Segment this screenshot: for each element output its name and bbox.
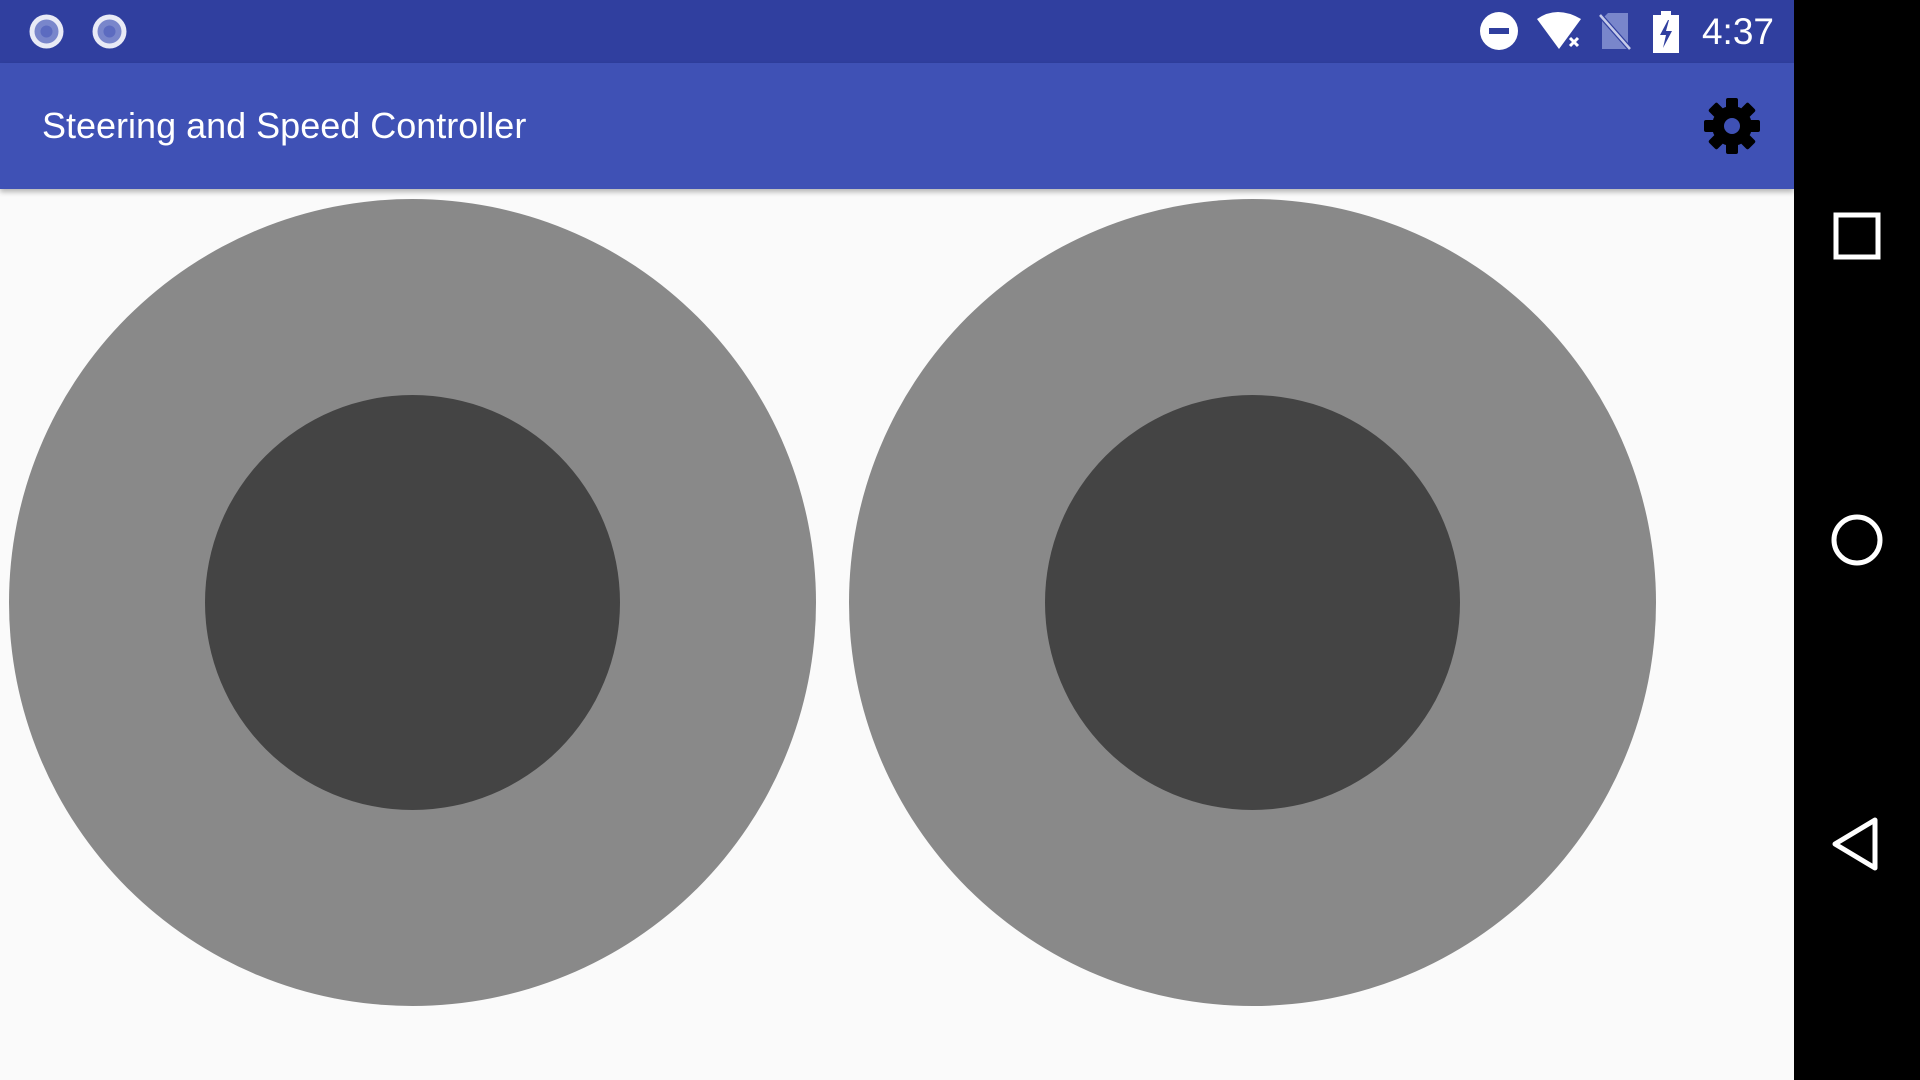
- recent-apps-icon: [1827, 212, 1887, 270]
- gear-icon: [1700, 98, 1764, 162]
- navigation-bar: [1794, 0, 1920, 1080]
- record-circle-icon: [91, 13, 128, 50]
- record-circle-icon: [28, 13, 65, 50]
- home-button[interactable]: [1827, 510, 1887, 570]
- app-screen: 4:37 Steering and Speed Controller: [0, 0, 1794, 1080]
- settings-button[interactable]: [1700, 94, 1764, 158]
- recent-apps-button[interactable]: [1827, 206, 1887, 266]
- battery-charging-icon: [1653, 11, 1679, 53]
- joystick-area: [0, 189, 1794, 1080]
- do-not-disturb-icon: [1479, 11, 1519, 51]
- app-title: Steering and Speed Controller: [42, 105, 527, 146]
- home-icon: [1827, 514, 1887, 574]
- steering-joystick[interactable]: [9, 199, 816, 1006]
- wifi-no-internet-icon: [1535, 11, 1583, 51]
- status-time: 4:37: [1701, 11, 1774, 52]
- speed-joystick-knob[interactable]: [1045, 395, 1460, 810]
- back-button[interactable]: [1827, 814, 1887, 874]
- app-bar: Steering and Speed Controller: [0, 63, 1794, 189]
- back-icon: [1827, 817, 1887, 878]
- no-sim-icon: [1598, 11, 1632, 51]
- speed-joystick[interactable]: [849, 199, 1656, 1006]
- status-bar: 4:37: [0, 0, 1794, 63]
- steering-joystick-knob[interactable]: [205, 395, 620, 810]
